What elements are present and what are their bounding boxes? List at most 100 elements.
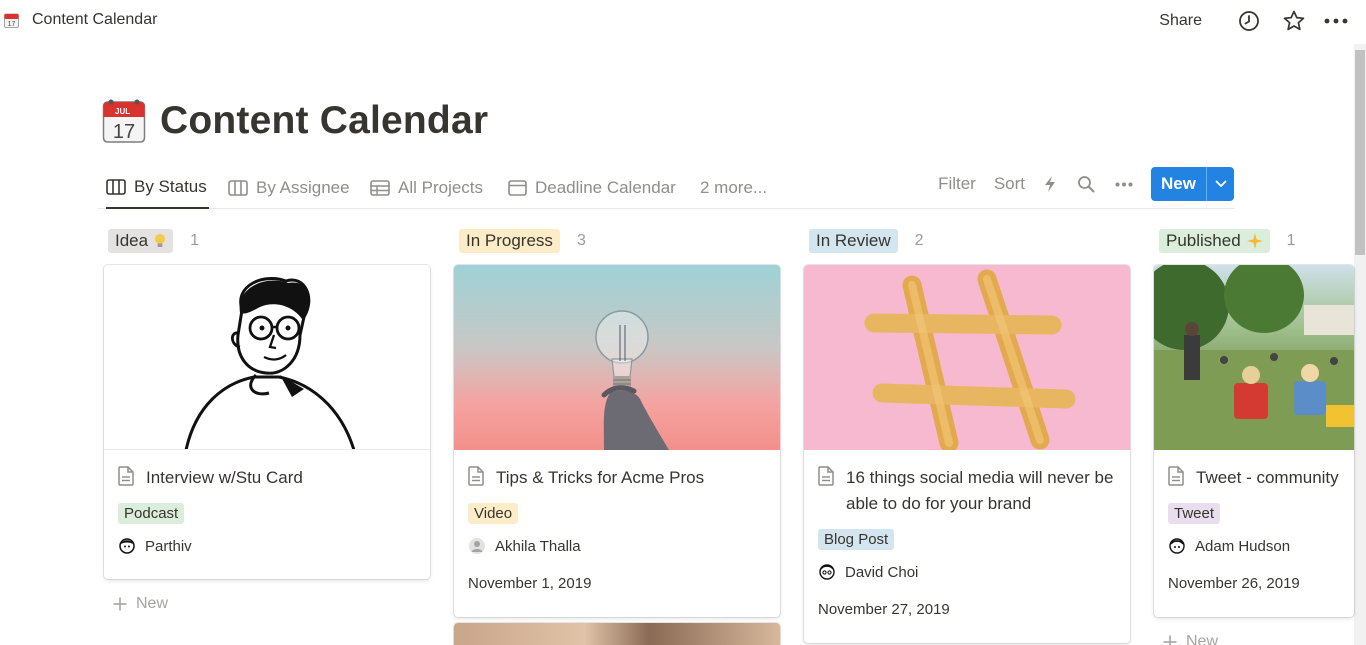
card-assignee: David Choi	[818, 563, 1116, 581]
page-title[interactable]: Content Calendar	[160, 99, 488, 143]
column-header-in-review[interactable]: In Review 2	[809, 229, 924, 253]
column-count: 3	[576, 232, 586, 249]
assignee-name: Adam Hudson	[1195, 537, 1291, 555]
topbar-actions: Share	[1159, 8, 1348, 34]
tab-more[interactable]: 2 more...	[700, 166, 767, 209]
column-count: 1	[1286, 232, 1296, 249]
card-title-row: Tweet - community	[1168, 465, 1340, 491]
board-icon	[106, 178, 126, 195]
lightbulb-photo-icon	[595, 310, 669, 450]
avatar	[469, 538, 485, 554]
card-cover-image	[804, 265, 1130, 450]
view-tools: Filter Sort New	[938, 166, 1234, 202]
card-title-row: Interview w/Stu Card	[118, 465, 416, 491]
avatar	[819, 564, 835, 580]
top-bar: 17 Content Calendar Share	[0, 0, 1366, 44]
card-tag: Tweet	[1168, 503, 1221, 524]
board-icon	[228, 179, 248, 196]
tab-by-status[interactable]: By Status	[106, 166, 209, 209]
breadcrumb[interactable]: 17 Content Calendar	[4, 11, 157, 29]
breadcrumb-title[interactable]: Content Calendar	[32, 11, 157, 29]
add-new-label: New	[136, 595, 169, 612]
card-date: November 27, 2019	[818, 601, 950, 618]
person-illustration-icon	[184, 277, 356, 449]
scrollbar-thumb[interactable]	[1355, 50, 1365, 255]
svg-text:JUL: JUL	[115, 107, 130, 116]
card-body: Interview w/Stu Card Podcast Parthiv	[104, 450, 430, 567]
card-tips-tricks[interactable]: Tips & Tricks for Acme Pros Video Akhila…	[454, 265, 780, 617]
card-tag: Video	[468, 503, 519, 524]
card-title-row: 16 things social media will never be abl…	[818, 465, 1116, 517]
filter-button[interactable]: Filter	[938, 174, 976, 194]
document-icon	[468, 466, 484, 486]
card-tweet-community[interactable]: Tweet - community Tweet Adam Hudson Nove…	[1154, 265, 1354, 617]
card-next-preview[interactable]	[454, 623, 780, 645]
status-label: In Review	[816, 231, 891, 250]
card-cover-image	[1154, 265, 1354, 450]
page-header: JUL 17 Content Calendar	[102, 98, 488, 144]
card-title: Tips & Tricks for Acme Pros	[496, 468, 705, 487]
calendar-emoji-icon[interactable]: JUL 17	[102, 98, 146, 144]
sparkles-icon	[1246, 233, 1263, 249]
status-pill: In Review	[809, 229, 898, 253]
history-icon[interactable]	[1238, 10, 1260, 32]
new-button[interactable]: New	[1151, 167, 1206, 201]
plus-icon	[1163, 635, 1177, 645]
avatar	[119, 538, 135, 554]
status-pill: Idea	[108, 229, 174, 253]
share-button[interactable]: Share	[1159, 12, 1202, 30]
view-tabs-bar: By Status By Assignee All Projects Deadl…	[98, 166, 1234, 209]
card-body: Tweet - community Tweet Adam Hudson Nove…	[1154, 450, 1354, 604]
column-header-published[interactable]: Published 1	[1159, 229, 1296, 253]
more-icon[interactable]	[1324, 18, 1348, 24]
card-body: 16 things social media will never be abl…	[804, 450, 1130, 630]
tab-all-projects[interactable]: All Projects	[370, 166, 483, 209]
column-header-in-progress[interactable]: In Progress 3	[459, 229, 586, 253]
card-date: November 26, 2019	[1168, 575, 1300, 592]
card-title-row: Tips & Tricks for Acme Pros	[468, 465, 766, 491]
document-icon	[818, 466, 834, 486]
add-new-card-button[interactable]: New	[112, 595, 168, 613]
search-icon[interactable]	[1077, 175, 1095, 193]
card-title: Interview w/Stu Card	[146, 468, 303, 487]
svg-text:17: 17	[8, 21, 16, 28]
star-icon[interactable]	[1282, 9, 1306, 33]
assignee-name: Akhila Thalla	[495, 537, 581, 555]
chevron-down-icon[interactable]	[1206, 167, 1234, 201]
calendar-icon	[508, 179, 527, 196]
card-tag: Blog Post	[818, 529, 895, 550]
festival-photo-icon	[1154, 265, 1354, 450]
plus-icon	[113, 597, 127, 611]
status-pill: In Progress	[459, 229, 560, 253]
status-label: Published	[1166, 231, 1241, 250]
automation-bolt-icon[interactable]	[1043, 175, 1057, 193]
card-tag: Podcast	[118, 503, 185, 524]
column-count: 2	[914, 232, 924, 249]
card-cover-illustration	[104, 265, 430, 450]
card-assignee: Adam Hudson	[1168, 537, 1340, 555]
card-date: November 1, 2019	[468, 575, 592, 592]
column-header-idea[interactable]: Idea 1	[108, 229, 199, 253]
tab-by-assignee[interactable]: By Assignee	[228, 166, 350, 209]
card-cover-image	[454, 623, 780, 645]
tab-deadline-calendar[interactable]: Deadline Calendar	[508, 166, 676, 209]
table-icon	[370, 179, 390, 196]
tab-label: By Status	[134, 176, 207, 196]
document-icon	[1168, 466, 1184, 486]
card-social-media[interactable]: 16 things social media will never be abl…	[804, 265, 1130, 643]
more-options-icon[interactable]	[1115, 182, 1133, 187]
svg-text:17: 17	[113, 121, 135, 143]
avatar	[1169, 538, 1185, 554]
add-new-card-button[interactable]: New	[1162, 633, 1218, 645]
status-pill: Published	[1159, 229, 1270, 253]
tab-label: All Projects	[398, 177, 484, 197]
hashtag-photo-icon	[864, 269, 1076, 450]
card-interview[interactable]: Interview w/Stu Card Podcast Parthiv	[104, 265, 430, 579]
add-new-label: New	[1186, 633, 1219, 645]
assignee-name: David Choi	[845, 563, 919, 581]
sort-button[interactable]: Sort	[994, 174, 1025, 194]
status-label: Idea	[115, 231, 149, 250]
card-title: 16 things social media will never be abl…	[846, 468, 1114, 513]
calendar-emoji-icon: 17	[4, 13, 19, 28]
card-assignee: Akhila Thalla	[468, 537, 766, 555]
